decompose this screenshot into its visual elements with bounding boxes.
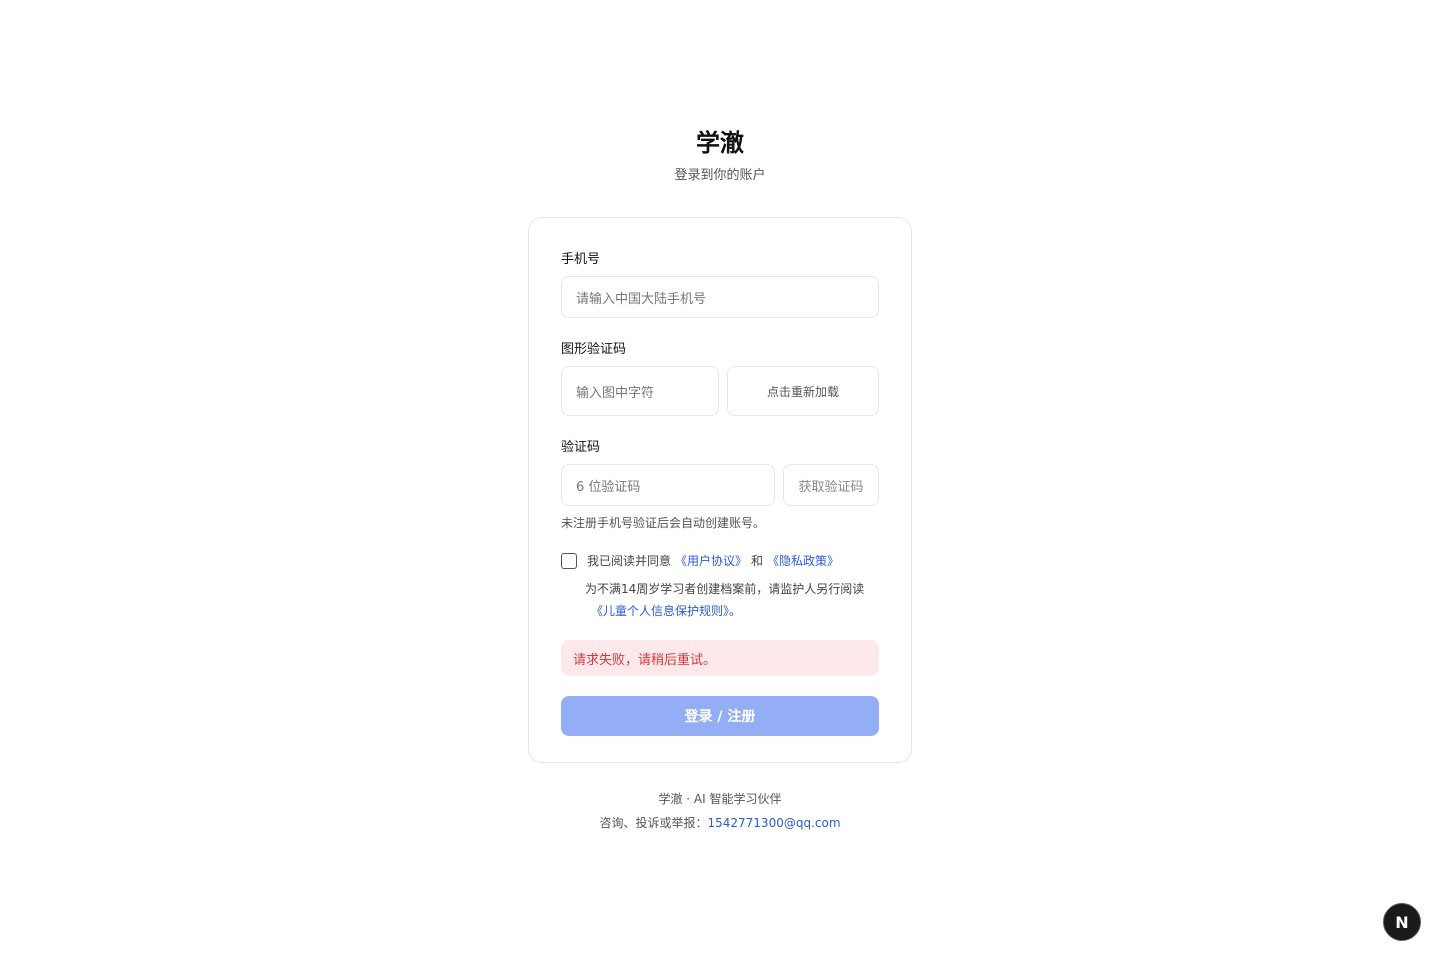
auto-register-hint: 未注册手机号验证后会自动创建账号。 xyxy=(561,516,766,530)
error-alert: 请求失败，请稍后重试。 xyxy=(561,640,879,676)
captcha-field-group: 图形验证码 输入图中字符 点击重新加载 xyxy=(561,340,879,416)
send-code-button[interactable]: 获取验证码 xyxy=(783,464,879,506)
agreement-prefix: 我已阅读并同意 xyxy=(587,554,672,568)
phone-label: 手机号 xyxy=(561,252,601,267)
footer-contact: 咨询、投诉或举报：1542771300@qq.com xyxy=(0,811,1440,835)
captcha-input[interactable]: 输入图中字符 xyxy=(561,366,719,416)
brand-header: 学澈 登录到你的账户 xyxy=(0,126,1440,186)
minor-note-text: 为不满14周岁学习者创建档案前，请监护人另行阅读 xyxy=(585,582,865,596)
phone-field-group: 手机号 请输入中国大陆手机号 xyxy=(561,250,879,318)
sms-code-field-group: 验证码 6 位验证码 获取验证码 未注册手机号验证后会自动创建账号。 xyxy=(561,438,879,532)
contact-email-link[interactable]: 1542771300@qq.com xyxy=(707,816,840,830)
user-agreement-link[interactable]: 《用户协议》 xyxy=(675,552,747,570)
phone-input[interactable]: 请输入中国大陆手机号 xyxy=(561,276,879,318)
login-register-button[interactable]: 登录 / 注册 xyxy=(561,696,879,736)
minor-note-suffix: 。 xyxy=(729,604,742,618)
page-title: 学澈 xyxy=(696,128,744,157)
dev-badge-letter: N xyxy=(1395,912,1409,932)
agreement-checkbox[interactable] xyxy=(561,553,577,569)
minor-guardian-note: 为不满14周岁学习者创建档案前，请监护人另行阅读 《儿童个人信息保护规则》。 xyxy=(561,578,879,622)
agreement-and: 和 xyxy=(751,554,764,568)
captcha-label: 图形验证码 xyxy=(561,342,627,357)
nextjs-icon[interactable]: N xyxy=(1383,903,1421,941)
login-card: 手机号 请输入中国大陆手机号 图形验证码 输入图中字符 点击重新加载 验证码 6… xyxy=(528,217,912,763)
agreement-row: 我已阅读并同意 《用户协议》 和 《隐私政策》 xyxy=(561,552,879,570)
sms-code-label: 验证码 xyxy=(561,440,601,455)
page-footer: 学澈 · AI 智能学习伙伴 咨询、投诉或举报：1542771300@qq.co… xyxy=(0,787,1440,835)
privacy-policy-link[interactable]: 《隐私政策》 xyxy=(767,552,839,570)
footer-contact-label: 咨询、投诉或举报： xyxy=(599,816,708,830)
footer-tagline: 学澈 · AI 智能学习伙伴 xyxy=(658,792,782,806)
login-page: 学澈 登录到你的账户 手机号 请输入中国大陆手机号 图形验证码 输入图中字符 点… xyxy=(0,0,1440,960)
child-privacy-rules-link[interactable]: 《儿童个人信息保护规则》 xyxy=(591,604,729,618)
page-subtitle: 登录到你的账户 xyxy=(674,168,766,183)
sms-code-input[interactable]: 6 位验证码 xyxy=(561,464,775,506)
captcha-reload-button[interactable]: 点击重新加载 xyxy=(727,366,879,416)
